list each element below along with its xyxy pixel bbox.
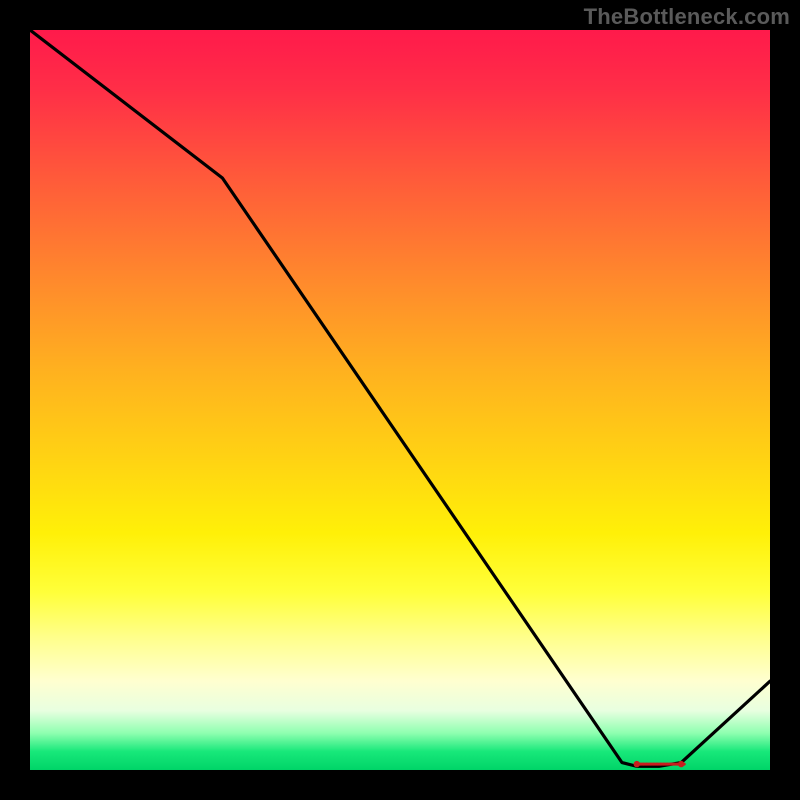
- chart-frame: TheBottleneck.com: [0, 0, 800, 800]
- flat-end-dot: [634, 761, 640, 767]
- line-curve: [30, 30, 770, 770]
- watermark-text: TheBottleneck.com: [584, 4, 790, 30]
- series-0-path: [30, 30, 770, 766]
- plot-area: [30, 30, 770, 770]
- flat-end-dot: [678, 761, 684, 767]
